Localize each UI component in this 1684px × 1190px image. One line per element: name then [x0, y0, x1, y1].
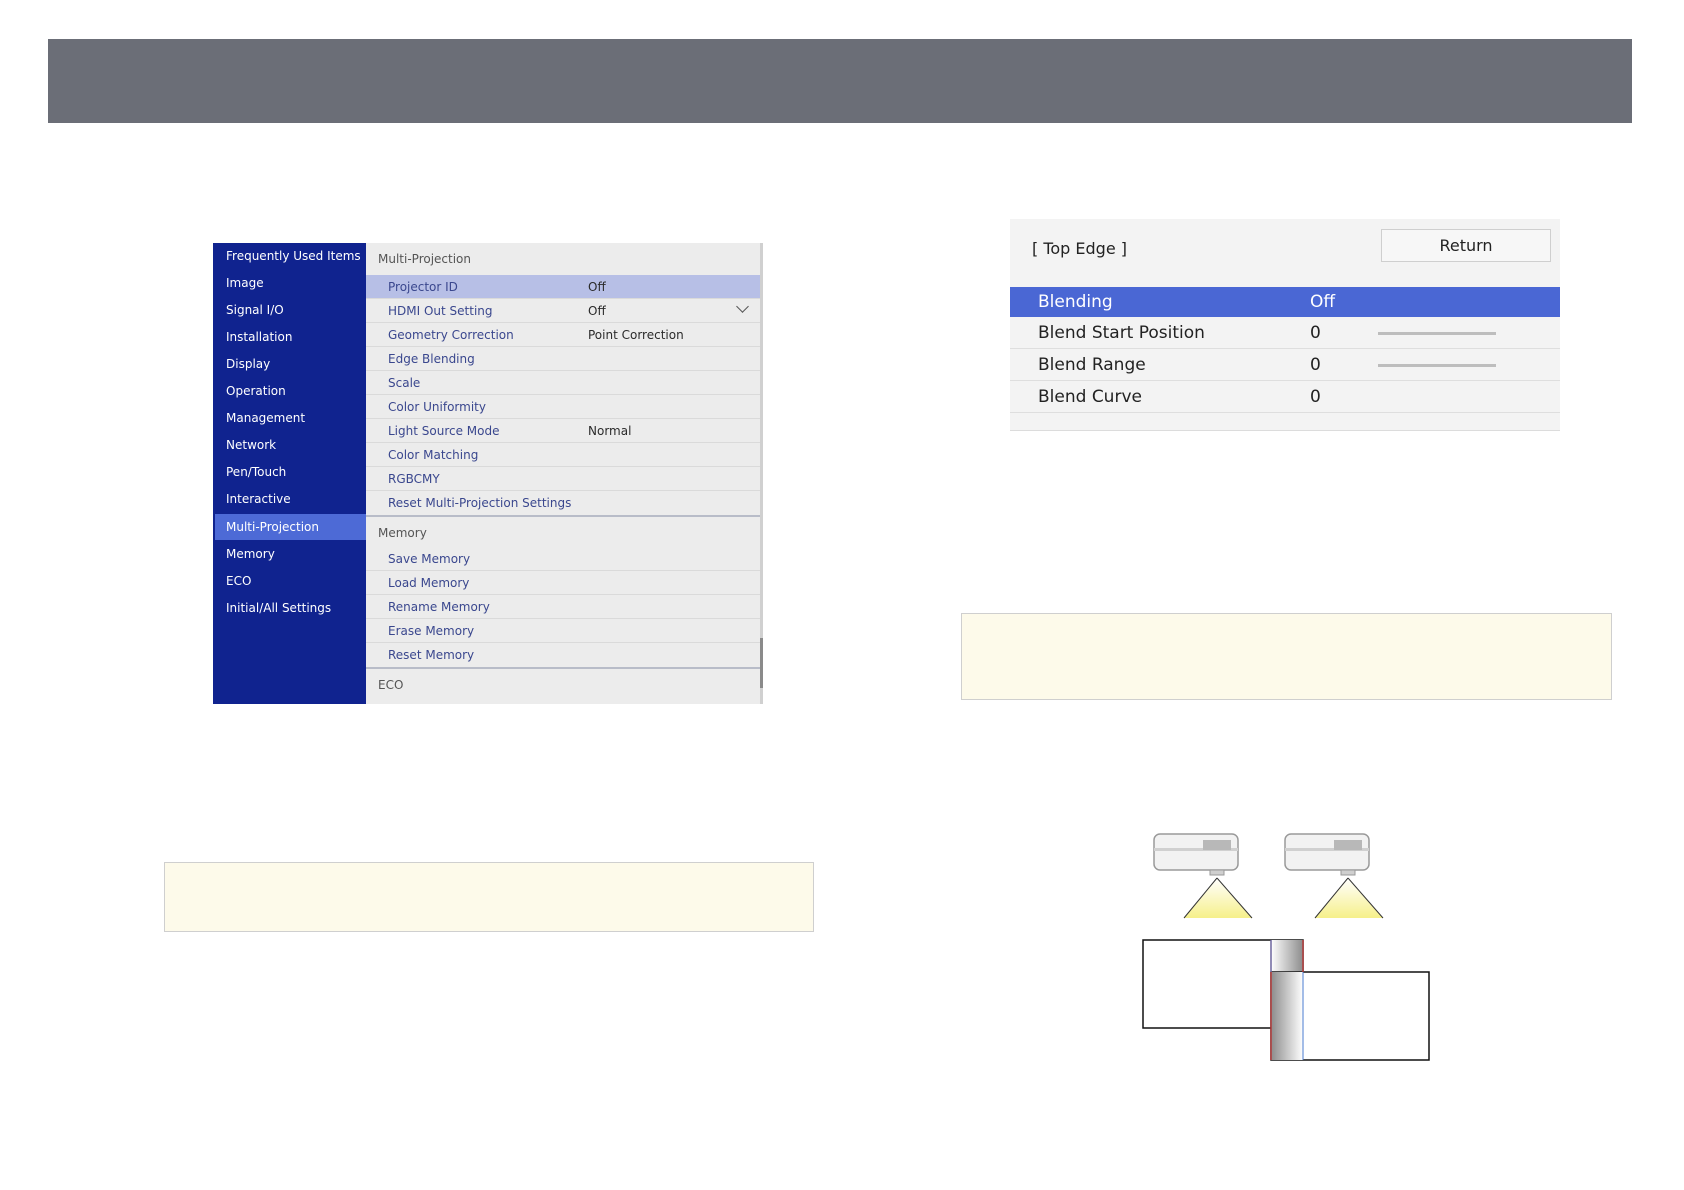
menu-row-value: Point Correction — [588, 328, 684, 342]
edge-row-blend-range[interactable]: Blend Range 0 — [1010, 349, 1560, 381]
menu-sidebar: Frequently Used Items Image Signal I/O I… — [213, 243, 366, 704]
light-beam-icon — [1183, 877, 1253, 919]
edge-row-label: Blending — [1038, 292, 1113, 312]
menu-row-label: Load Memory — [388, 576, 470, 590]
menu-row-label: RGBCMY — [388, 472, 440, 486]
sidebar-item-initial-all-settings[interactable]: Initial/All Settings — [215, 595, 366, 621]
edge-row-blend-start-position[interactable]: Blend Start Position 0 — [1010, 317, 1560, 349]
menu-row-value: Off — [588, 304, 606, 318]
section-header-eco: ECO — [366, 667, 760, 697]
edge-row-label: Blend Range — [1038, 355, 1146, 375]
menu-row-label: Reset Memory — [388, 648, 475, 662]
menu-row-scale[interactable]: Scale — [366, 371, 760, 395]
menu-row-label: Edge Blending — [388, 352, 475, 366]
sidebar-item-display[interactable]: Display — [215, 351, 366, 377]
sidebar-item-memory[interactable]: Memory — [215, 541, 366, 567]
menu-row-reset-memory[interactable]: Reset Memory — [366, 643, 760, 667]
menu-row-label: Save Memory — [388, 552, 471, 566]
menu-row-value: Normal — [588, 424, 632, 438]
menu-row-rename-memory[interactable]: Rename Memory — [366, 595, 760, 619]
menu-row-light-source-mode[interactable]: Light Source Mode Normal — [366, 419, 760, 443]
sidebar-item-interactive[interactable]: Interactive — [215, 486, 366, 512]
menu-row-hdmi-out-setting[interactable]: HDMI Out Setting Off — [366, 299, 760, 323]
edge-row-value: 0 — [1310, 323, 1321, 343]
edge-row-value: 0 — [1310, 387, 1321, 407]
menu-row-rgbcmy[interactable]: RGBCMY — [366, 467, 760, 491]
menu-row-geometry-correction[interactable]: Geometry Correction Point Correction — [366, 323, 760, 347]
menu-row-color-matching[interactable]: Color Matching — [366, 443, 760, 467]
menu-settings-panel: Multi-Projection Projector ID Off HDMI O… — [366, 243, 763, 704]
section-header-multi-projection: Multi-Projection — [366, 243, 760, 273]
menu-row-label: Light Source Mode — [388, 424, 500, 438]
projector-icon — [1284, 833, 1370, 876]
menu-row-value: Off — [588, 280, 606, 294]
menu-row-label: Geometry Correction — [388, 328, 514, 342]
menu-row-label: Rename Memory — [388, 600, 490, 614]
sidebar-item-frequently-used-items[interactable]: Frequently Used Items — [215, 243, 366, 269]
sidebar-item-operation[interactable]: Operation — [215, 378, 366, 404]
edge-row-value: 0 — [1310, 355, 1321, 375]
sidebar-item-eco[interactable]: ECO — [215, 568, 366, 594]
menu-scrollbar[interactable] — [760, 638, 763, 688]
edge-row-value: Off — [1310, 292, 1336, 312]
note-box — [164, 862, 814, 932]
section-header-memory: Memory — [366, 515, 760, 545]
menu-row-color-uniformity[interactable]: Color Uniformity — [366, 395, 760, 419]
page-header-bar — [48, 39, 1632, 123]
top-edge-menu-screenshot: [ Top Edge ] Return Blending Off Blend S… — [1010, 219, 1560, 431]
sidebar-item-pen-touch[interactable]: Pen/Touch — [215, 459, 366, 485]
edge-row-blend-curve[interactable]: Blend Curve 0 — [1010, 381, 1560, 413]
edge-blending-diagram — [1142, 833, 1430, 1061]
menu-row-label: Scale — [388, 376, 421, 390]
sidebar-item-management[interactable]: Management — [215, 405, 366, 431]
sidebar-item-installation[interactable]: Installation — [215, 324, 366, 350]
blend-range-slider[interactable] — [1378, 364, 1496, 367]
menu-row-projector-id[interactable]: Projector ID Off — [366, 275, 760, 299]
menu-row-load-memory[interactable]: Load Memory — [366, 571, 760, 595]
menu-row-edge-blending[interactable]: Edge Blending — [366, 347, 760, 371]
sidebar-item-multi-projection[interactable]: Multi-Projection — [215, 514, 366, 540]
menu-row-label: Erase Memory — [388, 624, 475, 638]
projector-icon — [1153, 833, 1239, 876]
edge-row-label: Blend Curve — [1038, 387, 1142, 407]
return-button[interactable]: Return — [1381, 229, 1551, 262]
sidebar-item-image[interactable]: Image — [215, 270, 366, 296]
menu-row-label: Projector ID — [388, 280, 458, 294]
edge-menu-title: [ Top Edge ] — [1032, 239, 1128, 258]
sidebar-item-signal-io[interactable]: Signal I/O — [215, 297, 366, 323]
menu-row-save-memory[interactable]: Save Memory — [366, 547, 760, 571]
menu-row-erase-memory[interactable]: Erase Memory — [366, 619, 760, 643]
note-box — [961, 613, 1612, 700]
menu-row-label: HDMI Out Setting — [388, 304, 493, 318]
menu-row-reset-multi-projection[interactable]: Reset Multi-Projection Settings — [366, 491, 760, 515]
blend-start-slider[interactable] — [1378, 332, 1496, 335]
light-beam-icon — [1314, 877, 1384, 919]
edge-row-label: Blend Start Position — [1038, 323, 1205, 343]
menu-row-label: Color Matching — [388, 448, 479, 462]
edge-row-blending[interactable]: Blending Off — [1010, 287, 1560, 317]
chevron-down-icon[interactable] — [736, 300, 749, 313]
projector-menu-screenshot: Frequently Used Items Image Signal I/O I… — [213, 243, 763, 704]
menu-row-label: Reset Multi-Projection Settings — [388, 496, 572, 510]
menu-row-label: Color Uniformity — [388, 400, 486, 414]
sidebar-item-network[interactable]: Network — [215, 432, 366, 458]
